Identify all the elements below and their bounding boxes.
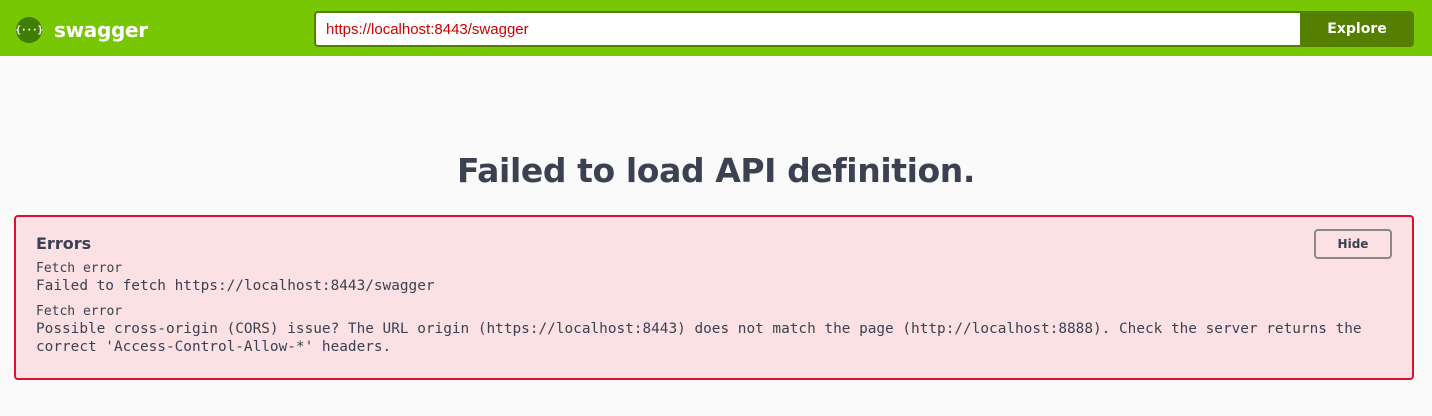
error-item: Fetch error Failed to fetch https://loca…: [36, 261, 1396, 295]
swagger-braces-icon: {···}: [15, 17, 43, 43]
brand-name: swagger: [54, 18, 148, 42]
explore-button[interactable]: Explore: [1300, 11, 1414, 47]
error-message: Possible cross-origin (CORS) issue? The …: [36, 321, 1362, 355]
error-list: Fetch error Failed to fetch https://loca…: [36, 261, 1396, 365]
url-form: Explore: [314, 11, 1414, 47]
hide-button[interactable]: Hide: [1314, 229, 1392, 259]
errors-panel: Errors Hide Fetch error Failed to fetch …: [14, 215, 1414, 380]
error-source: Fetch error: [36, 261, 123, 276]
swagger-logo[interactable]: {···} swagger: [15, 16, 148, 44]
error-message: Failed to fetch https://localhost:8443/s…: [36, 278, 435, 294]
error-source: Fetch error: [36, 304, 123, 319]
topbar: {···} swagger Explore: [0, 0, 1432, 56]
error-item: Fetch error Possible cross-origin (CORS)…: [36, 304, 1396, 356]
url-input[interactable]: [314, 11, 1300, 47]
page-title: Failed to load API definition.: [456, 151, 976, 190]
errors-heading: Errors: [36, 234, 92, 253]
